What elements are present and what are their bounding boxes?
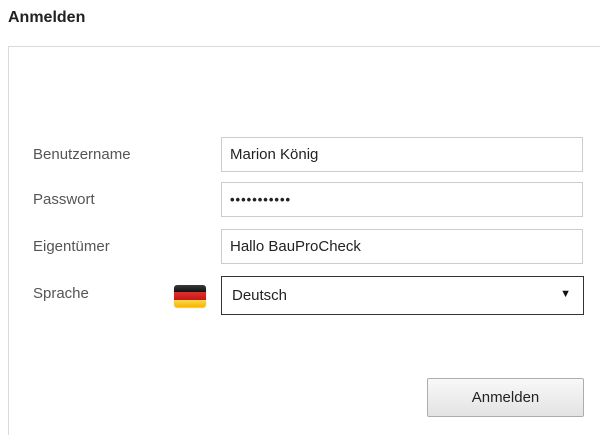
username-label: Benutzername xyxy=(33,146,131,163)
language-select[interactable]: Deutsch ▼ xyxy=(221,276,584,315)
owner-field[interactable] xyxy=(221,229,583,264)
password-label: Passwort xyxy=(33,191,95,208)
chevron-down-icon: ▼ xyxy=(560,288,571,300)
owner-label: Eigentümer xyxy=(33,238,110,255)
login-button[interactable]: Anmelden xyxy=(427,378,584,417)
page-title: Anmelden xyxy=(8,9,86,26)
german-flag-icon xyxy=(174,285,206,307)
password-field[interactable] xyxy=(221,182,583,217)
language-select-value: Deutsch xyxy=(232,287,288,304)
language-label: Sprache xyxy=(33,285,89,302)
username-field[interactable] xyxy=(221,137,583,172)
